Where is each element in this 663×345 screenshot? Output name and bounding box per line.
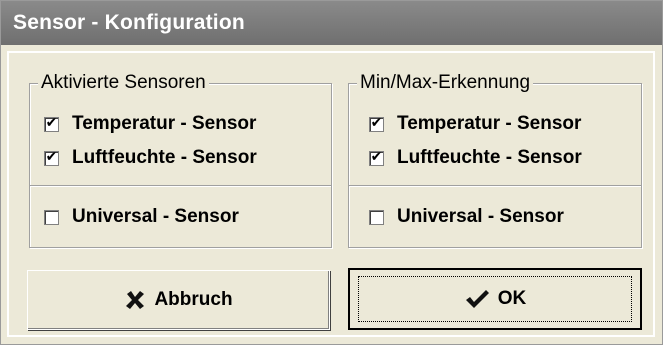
checkbox-box[interactable] xyxy=(44,209,59,225)
active-sensors-group-title: Aktivierte Sensoren xyxy=(38,71,209,95)
checkbox-box[interactable]: ✔ xyxy=(369,114,384,132)
dialog-window: Sensor - Konfiguration Aktivierte Sensor… xyxy=(0,0,663,345)
minmax-temperature-checkbox[interactable]: ✔ Temperatur - Sensor xyxy=(369,113,581,135)
active-sensors-group: Aktivierte Sensoren ✔ Temperatur - Senso… xyxy=(29,71,332,248)
title-bar[interactable]: Sensor - Konfiguration xyxy=(1,1,662,45)
check-icon: ✔ xyxy=(45,148,58,165)
minmax-group: Min/Max-Erkennung ✔ Temperatur - Sensor … xyxy=(348,71,642,248)
checkbox-label: Temperatur - Sensor xyxy=(72,113,257,134)
checkbox-box[interactable] xyxy=(369,209,384,225)
active-universal-checkbox[interactable]: Universal - Sensor xyxy=(44,206,239,228)
check-icon: ✔ xyxy=(370,148,383,165)
active-humidity-checkbox[interactable]: ✔ Luftfeuchte - Sensor xyxy=(44,147,257,169)
window-title: Sensor - Konfiguration xyxy=(13,11,245,34)
minmax-group-title: Min/Max-Erkennung xyxy=(357,71,534,95)
active-temperature-checkbox[interactable]: ✔ Temperatur - Sensor xyxy=(44,113,256,135)
checkbox-box[interactable]: ✔ xyxy=(369,148,384,166)
group-divider xyxy=(30,185,331,187)
ok-button[interactable]: OK xyxy=(348,268,642,330)
cancel-button-label: Abbruch xyxy=(154,289,233,310)
group-divider xyxy=(349,185,641,187)
check-icon: ✔ xyxy=(370,114,383,131)
checkbox-box[interactable]: ✔ xyxy=(44,148,59,166)
focus-rectangle xyxy=(358,276,632,322)
check-icon: ✔ xyxy=(45,114,58,131)
checkbox-box[interactable]: ✔ xyxy=(44,114,59,132)
checkbox-label: Universal - Sensor xyxy=(72,206,239,227)
checkbox-label: Luftfeuchte - Sensor xyxy=(397,147,582,168)
cancel-button[interactable]: Abbruch xyxy=(27,270,330,330)
minmax-humidity-checkbox[interactable]: ✔ Luftfeuchte - Sensor xyxy=(369,147,582,169)
checkbox-label: Temperatur - Sensor xyxy=(397,113,582,134)
checkbox-label: Luftfeuchte - Sensor xyxy=(72,147,257,168)
checkbox-label: Universal - Sensor xyxy=(397,206,564,227)
minmax-universal-checkbox[interactable]: Universal - Sensor xyxy=(369,206,564,228)
cancel-x-icon xyxy=(124,289,146,311)
